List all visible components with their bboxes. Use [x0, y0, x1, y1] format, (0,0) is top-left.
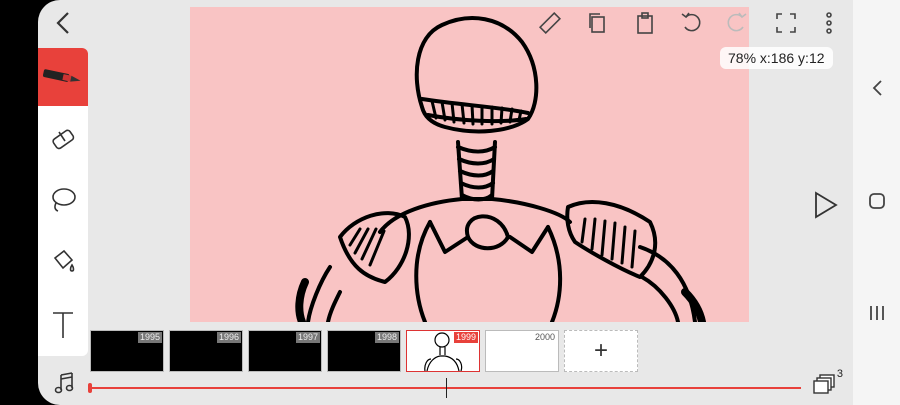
music-note-icon	[54, 372, 74, 394]
system-recents-button[interactable]	[853, 300, 900, 326]
frame-number: 1995	[137, 332, 162, 343]
frame-thumb[interactable]: 1998	[327, 330, 401, 372]
redo-button[interactable]	[724, 10, 750, 36]
frame-thumb[interactable]: 1995	[90, 330, 164, 372]
fullscreen-button[interactable]	[773, 10, 799, 36]
play-icon	[815, 191, 838, 219]
audio-button[interactable]	[52, 370, 78, 396]
frame-thumb[interactable]: 1997	[248, 330, 322, 372]
lasso-icon	[52, 188, 76, 212]
pen-tool-icon	[42, 69, 81, 82]
robot-drawing	[295, 16, 706, 322]
zoom-position-readout: 78% x:186 y:12	[720, 47, 833, 69]
frame-number: 1997	[295, 332, 320, 343]
play-button[interactable]	[811, 190, 841, 220]
ruler-button[interactable]	[537, 10, 563, 36]
fill-tool[interactable]	[38, 233, 88, 291]
undo-button[interactable]	[678, 10, 704, 36]
layers-icon	[813, 374, 835, 394]
lasso-tool[interactable]	[38, 171, 88, 229]
system-nav-bar	[853, 0, 900, 405]
layers-button[interactable]: 3	[813, 368, 843, 396]
frame-number: 1996	[216, 332, 241, 343]
frame-thumb[interactable]: 1996	[169, 330, 243, 372]
eraser-tool[interactable]	[38, 110, 88, 168]
add-frame-button[interactable]: +	[564, 330, 638, 372]
frame-thumb-current[interactable]: 1999	[406, 330, 480, 372]
paint-bucket-icon	[53, 249, 75, 272]
undo-icon	[681, 12, 701, 32]
frame-number: 1998	[374, 332, 399, 343]
eraser-icon	[52, 129, 75, 150]
flipaclip-app: 78% x:186 y:12 1995 1996 1997 1998 1999 …	[38, 0, 853, 405]
paste-button[interactable]	[632, 10, 658, 36]
drawing-canvas[interactable]	[190, 7, 749, 322]
system-home-button[interactable]	[853, 188, 900, 214]
fullscreen-icon	[776, 13, 796, 33]
chevron-left-icon	[872, 80, 882, 96]
redo-icon	[727, 12, 747, 32]
scrubber-start-handle[interactable]	[88, 383, 92, 393]
ruler-icon	[539, 12, 561, 34]
chevron-left-icon	[56, 12, 69, 34]
home-icon	[868, 193, 885, 209]
text-tool[interactable]	[38, 296, 88, 354]
add-frame-label: +	[593, 337, 608, 364]
system-collapse-button[interactable]	[853, 76, 900, 100]
clipboard-icon	[637, 12, 653, 34]
frame-number: 2000	[534, 332, 555, 342]
frame-number: 1999	[453, 332, 478, 343]
copy-button[interactable]	[584, 10, 610, 36]
layers-count: 3	[836, 368, 843, 380]
frame-thumb[interactable]: 2000	[485, 330, 559, 372]
text-tool-icon	[53, 312, 73, 338]
more-vert-icon	[826, 12, 832, 34]
pen-tool[interactable]	[38, 48, 88, 106]
tool-panel	[38, 48, 88, 356]
more-menu-button[interactable]	[816, 10, 842, 36]
back-button[interactable]	[48, 8, 78, 38]
recent-apps-icon	[869, 306, 884, 320]
playhead[interactable]	[446, 378, 447, 398]
copy-icon	[589, 13, 605, 33]
